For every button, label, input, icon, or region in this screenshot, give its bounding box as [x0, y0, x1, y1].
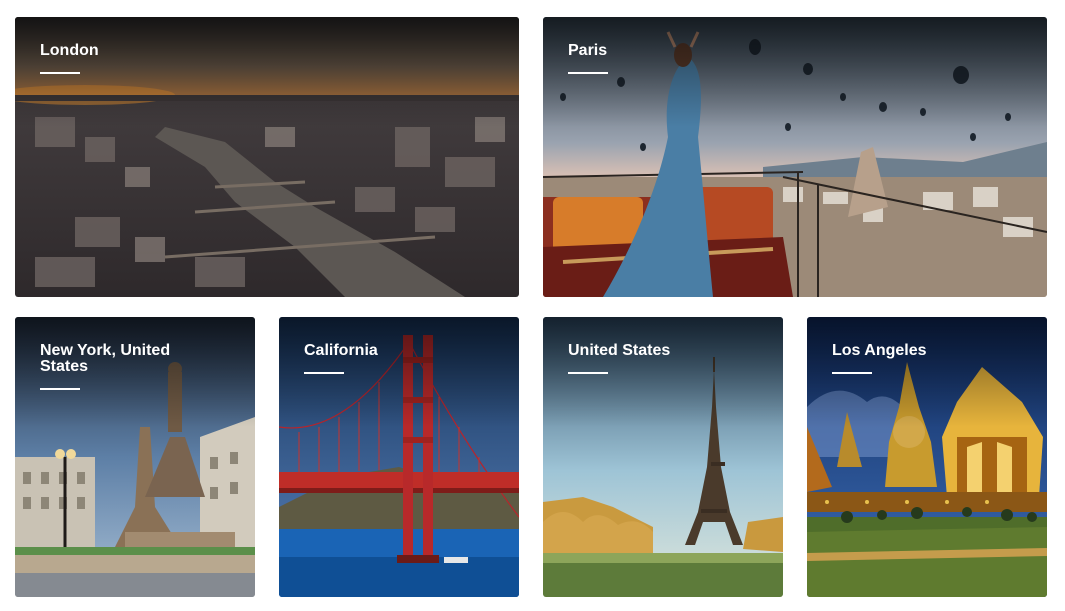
destination-title: United States — [568, 342, 671, 359]
title-underline — [568, 372, 608, 374]
title-overlay — [543, 17, 1047, 127]
title-underline — [40, 72, 80, 74]
title-underline — [304, 372, 344, 374]
destination-title: New York, United States — [40, 342, 171, 375]
destination-title: Paris — [568, 42, 608, 59]
destination-card-los-angeles[interactable]: Los Angeles — [807, 317, 1047, 597]
destination-card-paris[interactable]: Paris — [543, 17, 1047, 297]
title-underline — [40, 388, 80, 390]
title-overlay — [15, 17, 519, 127]
destination-card-new-york[interactable]: New York, United States — [15, 317, 255, 597]
destination-card-london[interactable]: London — [15, 17, 519, 297]
destination-card-california[interactable]: California — [279, 317, 519, 597]
destination-title: London — [40, 42, 99, 59]
destination-card-united-states[interactable]: United States — [543, 317, 783, 597]
title-underline — [568, 72, 608, 74]
title-underline — [832, 372, 872, 374]
destination-title: California — [304, 342, 378, 359]
destination-title: Los Angeles — [832, 342, 927, 359]
